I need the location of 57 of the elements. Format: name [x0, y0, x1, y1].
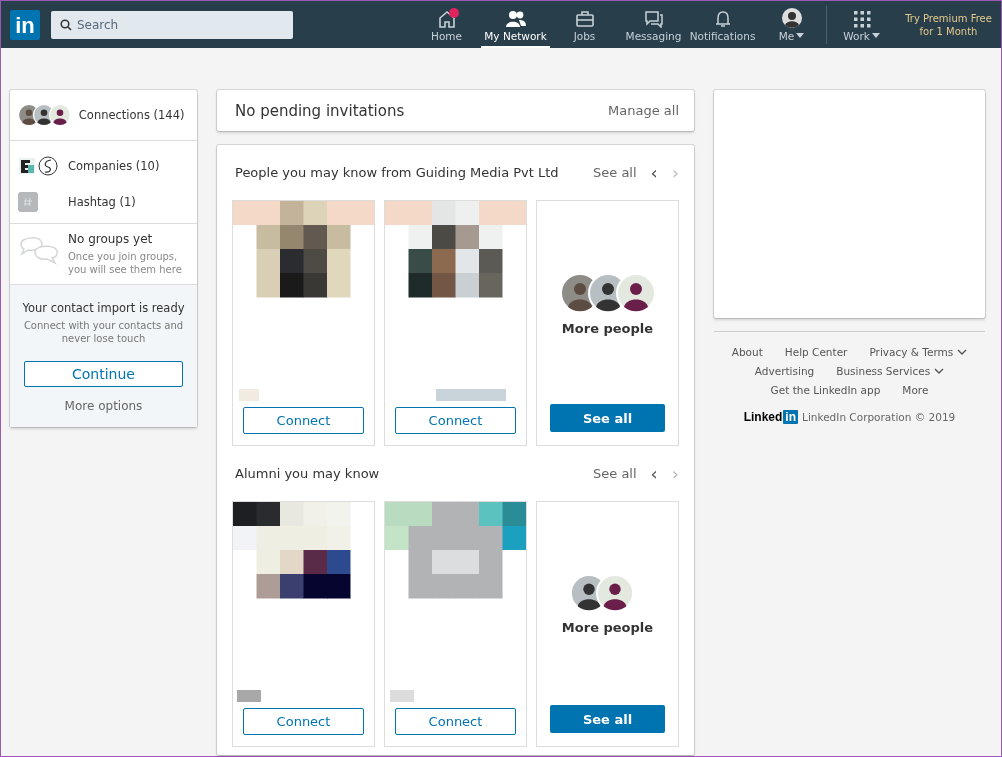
groups-text: Once you join groups, you will see them here: [68, 250, 183, 276]
footer-link[interactable]: About: [731, 346, 763, 358]
see-all-link[interactable]: See all: [593, 165, 637, 180]
section-title: People you may know from Guiding Media Pvt Ltd: [235, 165, 560, 180]
connections-link[interactable]: Connections (144): [78, 108, 185, 122]
footer-link[interactable]: Get the LinkedIn app: [770, 384, 881, 396]
footer-link[interactable]: Privacy & Terms: [869, 346, 968, 358]
more-people-title: More people: [561, 321, 654, 336]
more-people-title: More people: [561, 620, 654, 635]
caret-icon: [871, 32, 880, 38]
companies-link[interactable]: Companies (10): [68, 159, 160, 173]
search-icon: [60, 18, 72, 31]
connect-button[interactable]: Connect: [395, 407, 516, 434]
chat-icon: [643, 10, 664, 28]
nav-tab[interactable]: Messaging: [619, 1, 688, 48]
nav-tab[interactable]: Home: [412, 1, 481, 48]
see-all-button[interactable]: See all: [550, 705, 665, 733]
search-field[interactable]: Search: [51, 10, 293, 39]
avatar-icon: [48, 104, 71, 126]
work-menu[interactable]: Work: [827, 1, 896, 48]
more-options-link[interactable]: More options: [64, 399, 143, 413]
nav-tab[interactable]: Jobs: [550, 1, 619, 48]
nav-tab[interactable]: Me: [757, 1, 826, 48]
avatar-icon: [596, 574, 635, 612]
previous-arrow[interactable]: ‹: [650, 162, 658, 183]
home-icon: [436, 10, 457, 28]
grid-icon: [852, 10, 871, 28]
footer-link[interactable]: Advertising: [754, 365, 815, 377]
import-title: Your contact import is ready: [22, 301, 185, 315]
nav-tab[interactable]: Notifications: [688, 1, 757, 48]
linkedin-wordmark: Linked in: [743, 410, 799, 424]
invitations-text: No pending invitations: [235, 101, 405, 120]
footer-link[interactable]: Help Center: [784, 346, 848, 358]
section-title: Alumni you may know: [235, 466, 381, 481]
see-all-button[interactable]: See all: [550, 404, 665, 432]
see-all-link[interactable]: See all: [593, 466, 637, 481]
briefcase-icon: [574, 10, 595, 28]
hashtag-icon: [18, 192, 38, 212]
people-icon: [504, 10, 527, 28]
premium-link[interactable]: Try Premium Free for 1 Month: [896, 1, 1001, 48]
footer-link[interactable]: More: [902, 384, 929, 396]
import-text: Connect with your contacts and never lose touch: [22, 319, 185, 345]
previous-arrow[interactable]: ‹: [650, 463, 658, 484]
company-logos-icon: [18, 155, 60, 177]
continue-button[interactable]: Continue: [24, 361, 183, 387]
hashtag-link[interactable]: Hashtag (1): [68, 195, 136, 209]
manage-all-link[interactable]: Manage all: [608, 103, 679, 118]
avatar-icon: [781, 8, 802, 28]
nav-tab[interactable]: My Network: [481, 1, 550, 48]
avatar-icon: [615, 273, 656, 313]
connect-button[interactable]: Connect: [243, 407, 364, 434]
connect-button[interactable]: Connect: [243, 708, 364, 735]
copyright-text: LinkedIn Corporation © 2019: [802, 411, 956, 423]
footer-link[interactable]: Business Services: [836, 365, 945, 377]
linkedin-logo[interactable]: in: [10, 9, 40, 40]
groups-title: No groups yet: [68, 232, 154, 246]
connect-button[interactable]: Connect: [395, 708, 516, 735]
